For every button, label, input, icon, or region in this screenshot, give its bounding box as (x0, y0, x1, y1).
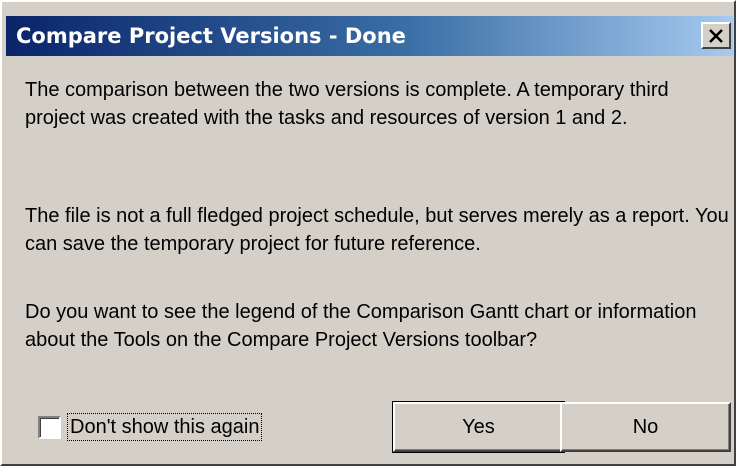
title-bar[interactable]: Compare Project Versions - Done (6, 16, 733, 56)
dialog-window: Compare Project Versions - Done The comp… (0, 0, 736, 466)
message-paragraph-2: The file is not a full fledged project s… (25, 205, 729, 255)
close-button[interactable] (701, 22, 731, 49)
dont-show-again-text: Don't show this again (70, 416, 260, 438)
dont-show-again-label[interactable]: Don't show this again (67, 413, 263, 441)
message-paragraph-3: Do you want to see the legend of the Com… (25, 301, 697, 351)
no-button[interactable]: No (560, 402, 731, 452)
dont-show-again-row[interactable]: Don't show this again (38, 411, 263, 443)
no-button-label: No (632, 415, 659, 438)
yes-button[interactable]: Yes (392, 401, 565, 453)
yes-button-label: Yes (462, 415, 495, 438)
dialog-title: Compare Project Versions - Done (16, 24, 406, 48)
dont-show-again-checkbox[interactable] (38, 415, 61, 439)
message-paragraph-1: The comparison between the two versions … (25, 79, 669, 129)
close-x-icon (709, 28, 723, 43)
